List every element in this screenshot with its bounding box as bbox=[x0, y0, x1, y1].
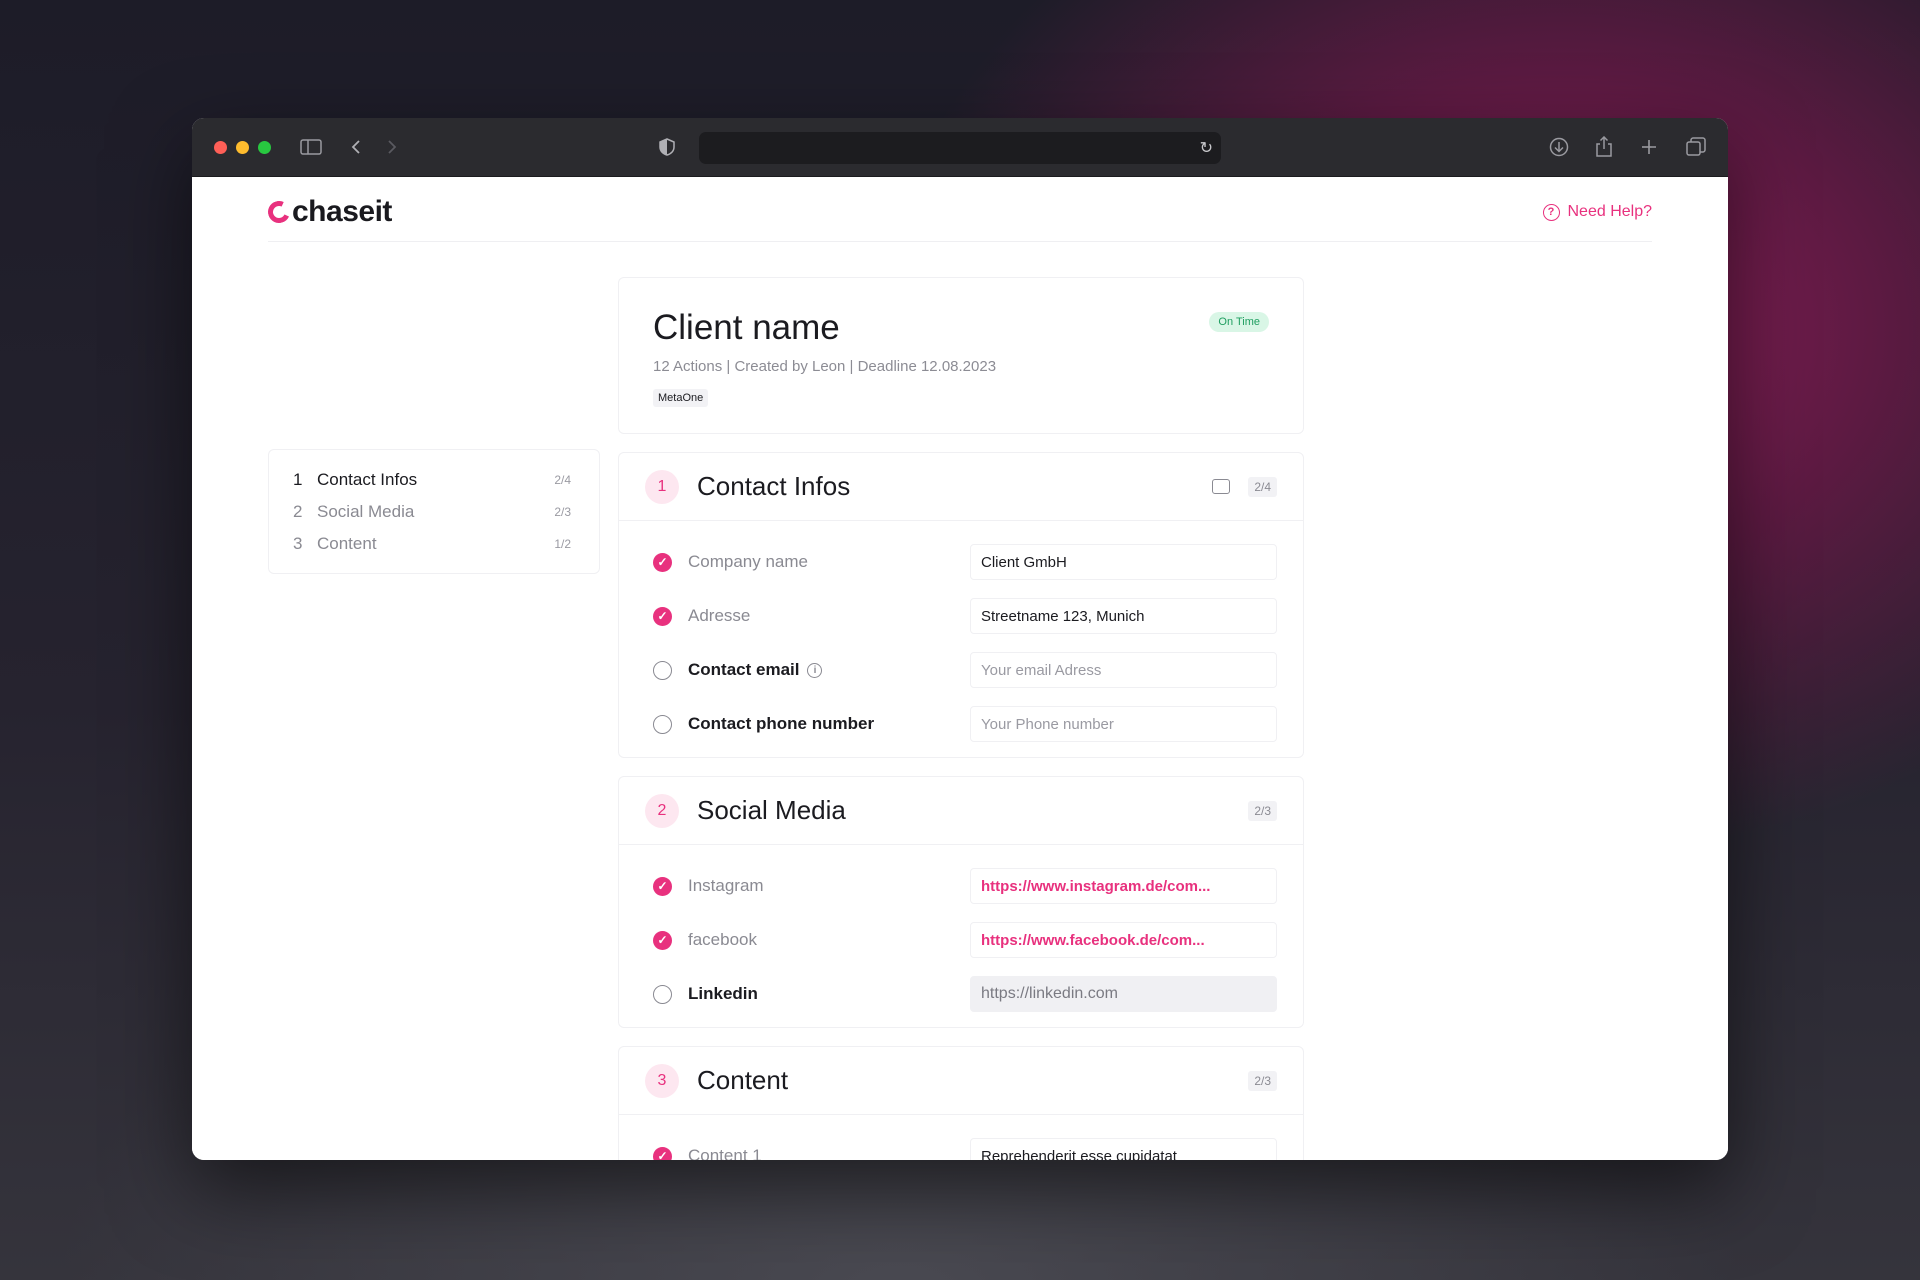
field-instagram: ✓ Instagram https://www.instagram.de/com… bbox=[645, 859, 1277, 913]
adresse-input[interactable]: Streetname 123, Munich bbox=[970, 598, 1277, 634]
step-count: 2/3 bbox=[554, 505, 571, 519]
need-help-link[interactable]: ? Need Help? bbox=[1542, 203, 1653, 221]
new-tab-icon[interactable] bbox=[1641, 135, 1657, 159]
forward-icon[interactable] bbox=[386, 135, 398, 159]
section-count: 2/4 bbox=[1248, 476, 1277, 497]
field-linkedin: Linkedin https://linkedin.com bbox=[645, 967, 1277, 1021]
back-icon[interactable] bbox=[350, 135, 362, 159]
field-contact-email: Contact email i Your email Adress bbox=[645, 643, 1277, 697]
download-icon[interactable] bbox=[1549, 135, 1569, 159]
section-number: 1 bbox=[645, 469, 679, 504]
field-label: Content 1 bbox=[688, 1146, 762, 1160]
nav-step-content[interactable]: 3 Content 1/2 bbox=[293, 528, 571, 560]
section-number: 2 bbox=[645, 793, 679, 828]
check-done-icon[interactable]: ✓ bbox=[653, 552, 672, 572]
step-number: 1 bbox=[293, 470, 303, 489]
page-title: Client name bbox=[653, 308, 840, 347]
step-navigation: 1 Contact Infos 2/4 2 Social Media 2/3 3… bbox=[268, 449, 600, 574]
check-done-icon[interactable]: ✓ bbox=[653, 876, 672, 896]
browser-window: ↻ chaseit ? Need Help? 1 Contact Infos 2… bbox=[192, 118, 1728, 1160]
question-icon: ? bbox=[1542, 203, 1560, 221]
step-label: Contact Infos bbox=[317, 470, 418, 489]
main-column: Client name 12 Actions | Created by Leon… bbox=[618, 277, 1304, 1160]
client-header-card: Client name 12 Actions | Created by Leon… bbox=[618, 277, 1304, 434]
client-meta: 12 Actions | Created by Leon | Deadline … bbox=[653, 358, 997, 375]
content-1-input[interactable]: Reprehenderit esse cupidatat bbox=[970, 1138, 1277, 1160]
section-number: 3 bbox=[645, 1063, 679, 1098]
field-label: Linkedin bbox=[688, 984, 758, 1003]
minimize-window-button[interactable] bbox=[236, 141, 249, 154]
section-title: Content bbox=[697, 1065, 789, 1095]
field-adresse: ✓ Adresse Streetname 123, Munich bbox=[645, 589, 1277, 643]
check-done-icon[interactable]: ✓ bbox=[653, 1146, 672, 1160]
logo[interactable]: chaseit bbox=[264, 195, 392, 229]
facebook-input[interactable]: https://www.facebook.de/com... bbox=[970, 922, 1277, 958]
section-header: 2 Social Media 2/3 bbox=[619, 777, 1303, 845]
check-done-icon[interactable]: ✓ bbox=[653, 930, 672, 950]
step-label: Content bbox=[317, 534, 377, 553]
section-title: Contact Infos bbox=[697, 471, 851, 501]
section-header: 3 Content 2/3 bbox=[619, 1047, 1303, 1115]
field-facebook: ✓ facebook https://www.facebook.de/com..… bbox=[645, 913, 1277, 967]
check-empty-icon[interactable] bbox=[653, 660, 672, 680]
field-label: Contact email bbox=[688, 660, 800, 679]
header-divider bbox=[268, 241, 1652, 242]
field-label: facebook bbox=[688, 930, 757, 949]
share-icon[interactable] bbox=[1595, 135, 1613, 159]
field-label: Adresse bbox=[688, 606, 751, 625]
company-name-input[interactable]: Client GmbH bbox=[970, 544, 1277, 580]
section-header: 1 Contact Infos 2/4 bbox=[619, 453, 1303, 521]
reload-icon[interactable]: ↻ bbox=[1200, 138, 1213, 158]
field-label-wrap: Contact email i bbox=[688, 660, 970, 680]
field-label: Contact phone number bbox=[688, 714, 875, 733]
sidebar-toggle-icon[interactable] bbox=[300, 135, 322, 159]
check-empty-icon[interactable] bbox=[653, 984, 672, 1004]
address-bar[interactable]: ↻ bbox=[699, 132, 1221, 164]
check-empty-icon[interactable] bbox=[653, 714, 672, 734]
step-count: 1/2 bbox=[554, 537, 571, 551]
step-number: 3 bbox=[293, 534, 303, 553]
client-tag: MetaOne bbox=[653, 389, 709, 407]
comment-icon[interactable] bbox=[1212, 479, 1231, 494]
browser-titlebar: ↻ bbox=[192, 118, 1728, 177]
section-count: 2/3 bbox=[1248, 1070, 1277, 1091]
field-contact-phone: Contact phone number Your Phone number bbox=[645, 697, 1277, 751]
linkedin-input[interactable]: https://linkedin.com bbox=[970, 976, 1277, 1012]
contact-email-input[interactable]: Your email Adress bbox=[970, 652, 1277, 688]
section-title: Social Media bbox=[697, 795, 846, 825]
close-window-button[interactable] bbox=[214, 141, 227, 154]
nav-step-social-media[interactable]: 2 Social Media 2/3 bbox=[293, 496, 571, 528]
field-company-name: ✓ Company name Client GmbH bbox=[645, 535, 1277, 589]
status-badge: On Time bbox=[1209, 312, 1269, 332]
nav-step-contact-infos[interactable]: 1 Contact Infos 2/4 bbox=[293, 464, 571, 496]
instagram-input[interactable]: https://www.instagram.de/com... bbox=[970, 868, 1277, 904]
info-icon[interactable]: i bbox=[807, 663, 823, 679]
tab-overview-icon[interactable] bbox=[1686, 135, 1706, 159]
maximize-window-button[interactable] bbox=[258, 141, 271, 154]
logo-text: chaseit bbox=[292, 195, 392, 228]
field-content-1: ✓ Content 1 Reprehenderit esse cupidatat bbox=[645, 1129, 1277, 1160]
step-label: Social Media bbox=[317, 502, 415, 521]
check-done-icon[interactable]: ✓ bbox=[653, 606, 672, 626]
field-label: Instagram bbox=[688, 876, 764, 895]
section-contact-infos: 1 Contact Infos 2/4 ✓ Company name Clien… bbox=[618, 452, 1304, 758]
step-number: 2 bbox=[293, 502, 303, 521]
section-content: 3 Content 2/3 ✓ Content 1 Reprehenderit … bbox=[618, 1046, 1304, 1160]
section-count: 2/3 bbox=[1248, 800, 1277, 821]
contact-phone-input[interactable]: Your Phone number bbox=[970, 706, 1277, 742]
section-social-media: 2 Social Media 2/3 ✓ Instagram https://w… bbox=[618, 776, 1304, 1028]
step-count: 2/4 bbox=[554, 473, 571, 487]
need-help-label: Need Help? bbox=[1567, 203, 1653, 220]
page-content: chaseit ? Need Help? 1 Contact Infos 2/4… bbox=[192, 177, 1728, 1160]
chaseit-logo-icon bbox=[264, 197, 294, 227]
shield-icon[interactable] bbox=[659, 135, 675, 159]
field-label: Company name bbox=[688, 552, 809, 571]
